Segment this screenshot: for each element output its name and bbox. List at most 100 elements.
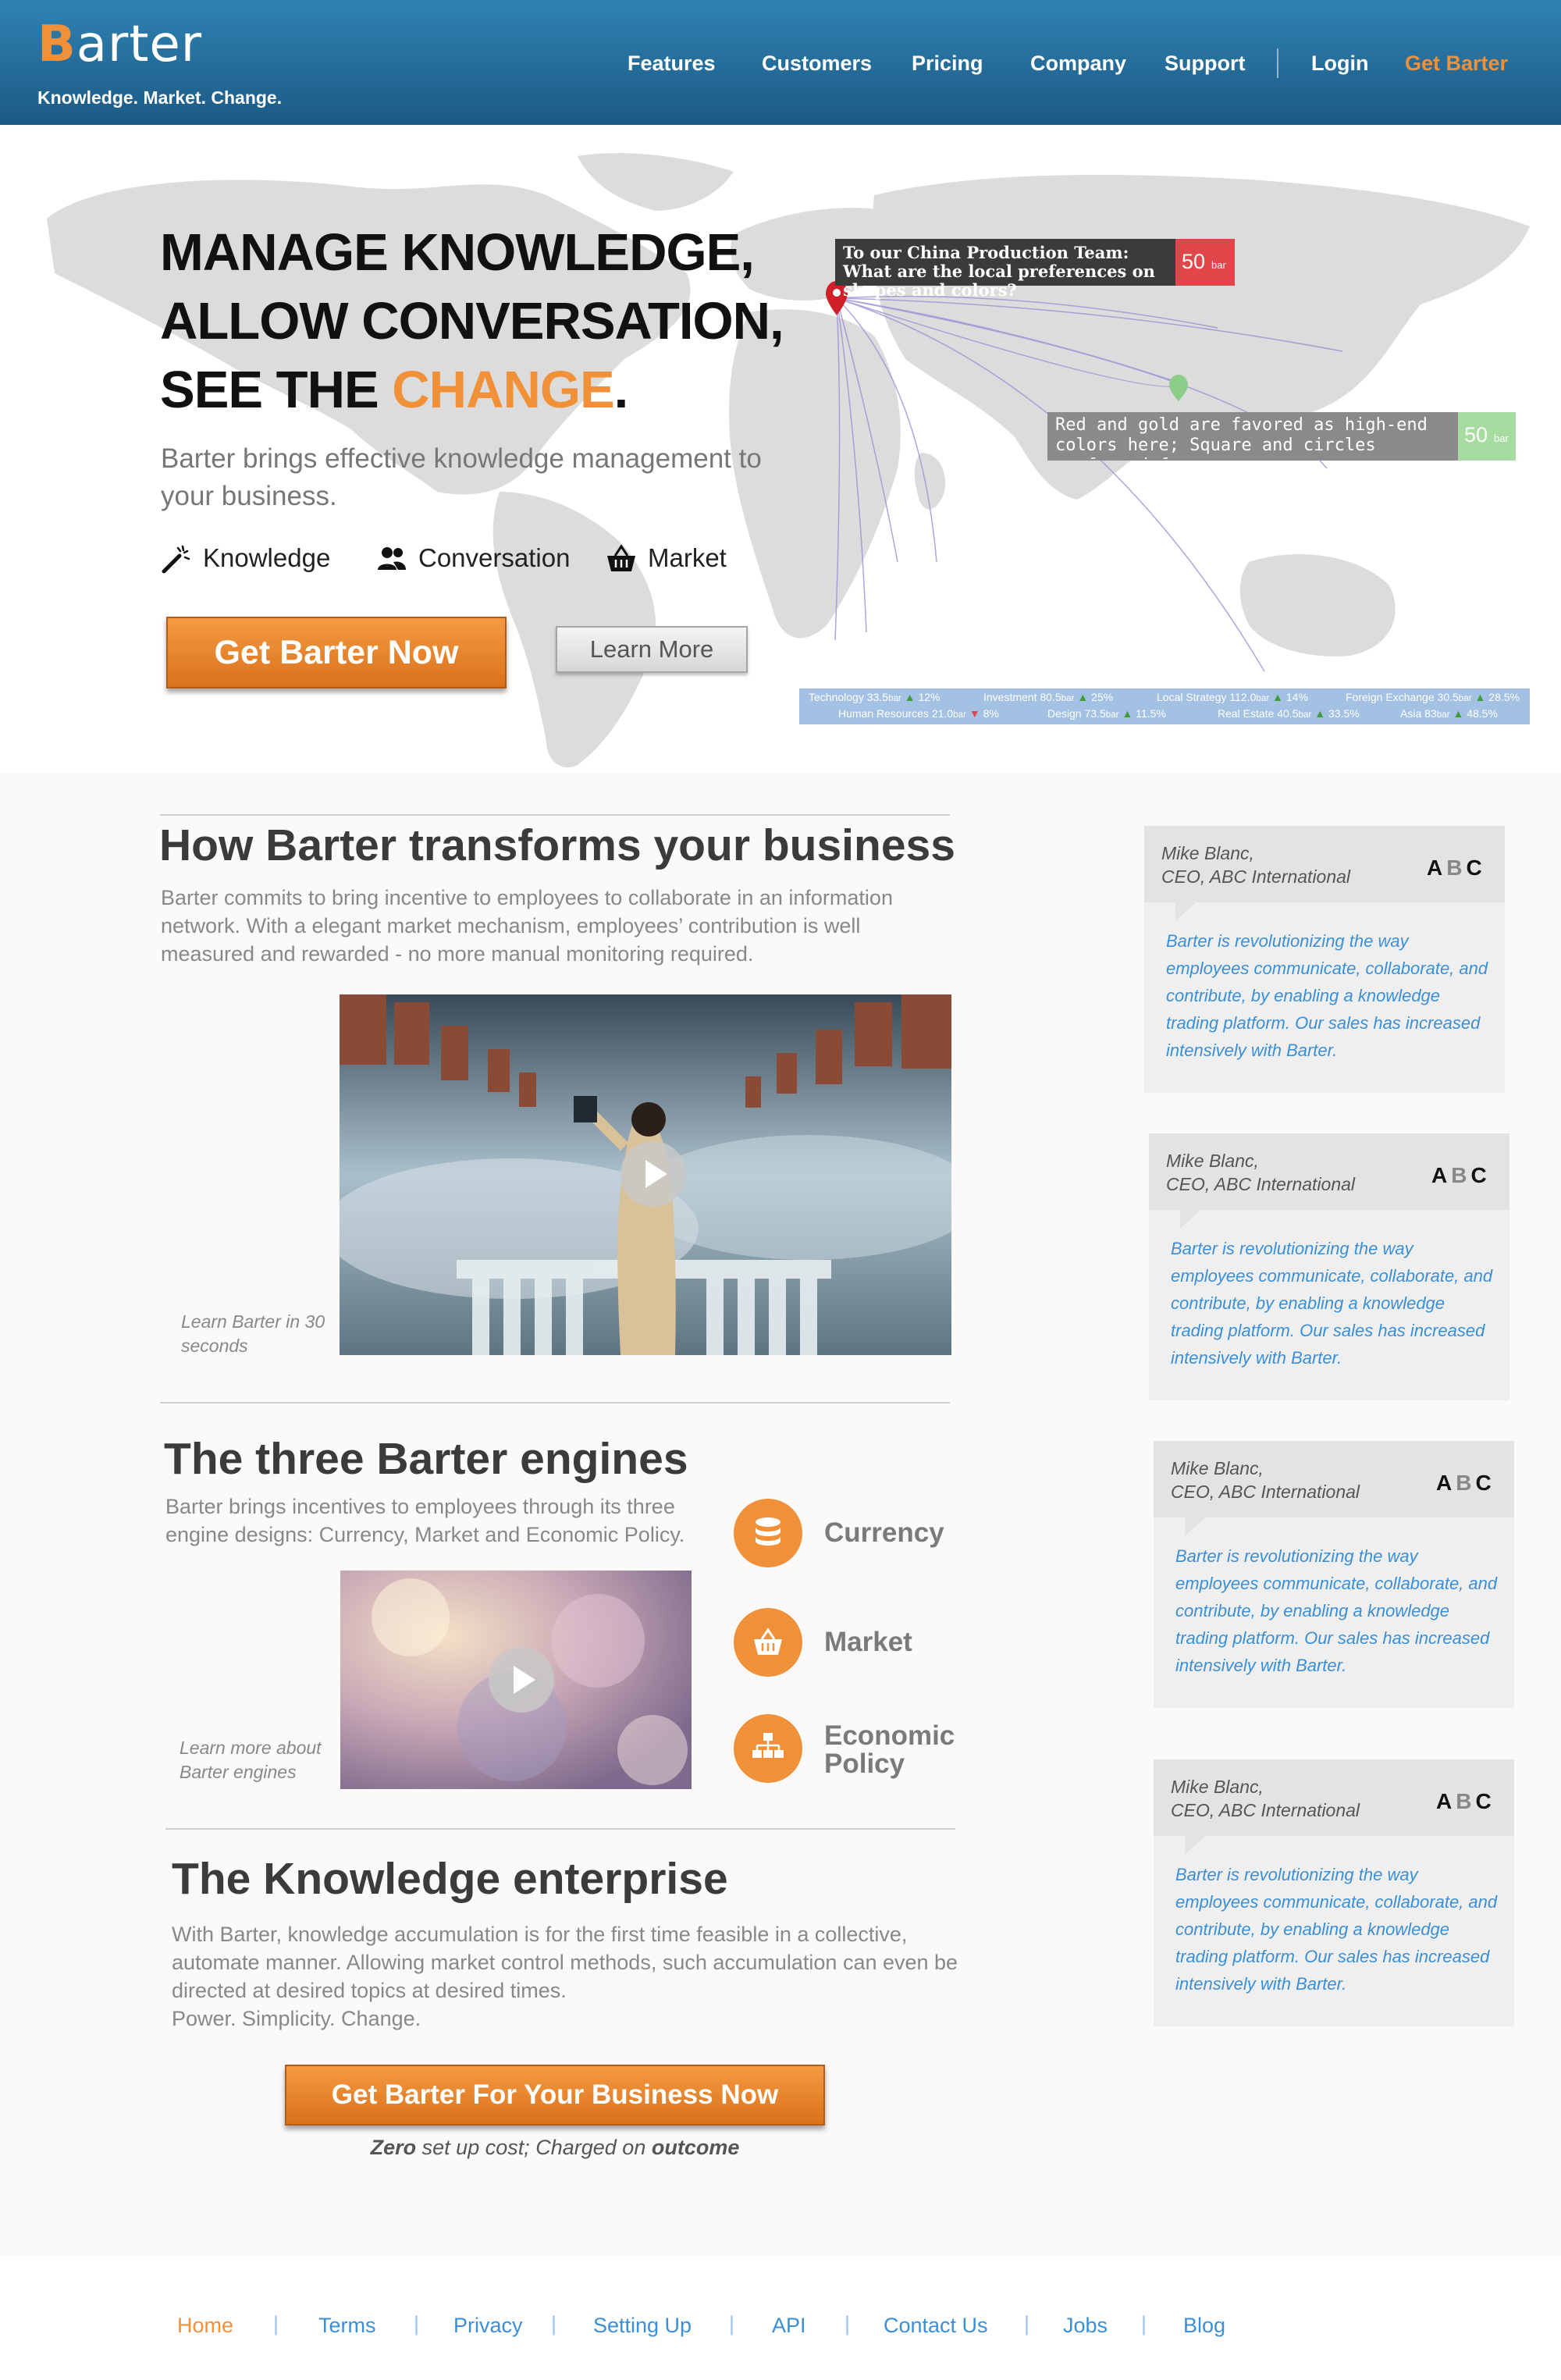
hero-title-line-1: MANAGE KNOWLEDGE,: [160, 223, 755, 282]
hero-title-line-3: SEE THE CHANGE.: [160, 361, 628, 419]
testimonial-card: Mike Blanc, CEO, ABC International ABC Ba…: [1149, 1133, 1509, 1400]
section-divider: [160, 814, 950, 816]
nav-support[interactable]: Support: [1165, 52, 1245, 76]
nav-customers[interactable]: Customers: [762, 52, 872, 76]
question-text: To our China Production Team: What are t…: [843, 243, 1155, 300]
hero-title-line-2: ALLOW CONVERSATION,: [160, 292, 784, 350]
ticker-item[interactable]: Human Resources 21.0bar ▼ 8%: [838, 707, 999, 720]
question-bubble[interactable]: To our China Production Team: What are t…: [835, 239, 1235, 300]
testimonial-author: Mike Blanc, CEO, ABC International: [1166, 1151, 1356, 1194]
get-barter-business-button[interactable]: Get Barter For Your Business Now: [285, 2065, 825, 2126]
ticker-item[interactable]: Investment 80.5bar ▲ 25%: [983, 691, 1113, 703]
section-divider: [160, 1402, 950, 1403]
nav-get-barter[interactable]: Get Barter: [1405, 52, 1508, 76]
ticker-item[interactable]: Local Strategy 112.0bar ▲ 14%: [1157, 691, 1308, 703]
basket-icon: [607, 544, 635, 571]
footer-link-contact-us[interactable]: Contact Us: [884, 2314, 988, 2338]
play-icon[interactable]: [489, 1647, 554, 1713]
learn-more-button[interactable]: Learn More: [556, 626, 748, 673]
footer-separator: |: [414, 2312, 420, 2336]
testimonial-header: Mike Blanc, CEO, ABC International ABC: [1144, 826, 1505, 902]
testimonial-card: Mike Blanc, CEO, ABC International ABC Ba…: [1144, 826, 1505, 1093]
footer-separator: |: [273, 2312, 279, 2336]
market-ticker: Technology 33.5bar ▲ 12% Investment 80.5…: [799, 688, 1530, 724]
engines-body: Barter brings incentives to employees th…: [165, 1495, 685, 1546]
site-footer: Home | Terms | Privacy | Setting Up | AP…: [0, 2256, 1561, 2380]
basket-icon: [734, 1608, 802, 1677]
speech-notch: [1185, 1517, 1205, 1536]
logo-letter: B: [37, 16, 76, 73]
ticker-item[interactable]: Asia 83bar ▲ 48.5%: [1400, 707, 1498, 720]
ticker-item[interactable]: Design 73.5bar ▲ 11.5%: [1047, 707, 1166, 720]
intro-video-caption: Learn Barter in 30 seconds: [181, 1311, 325, 1356]
site-header: Barter Knowledge. Market. Change. Featur…: [0, 0, 1561, 125]
testimonial-author: Mike Blanc, CEO, ABC International: [1171, 1777, 1360, 1820]
nav-login[interactable]: Login: [1311, 52, 1368, 76]
engine-label: Market: [824, 1627, 912, 1657]
footer-separator: |: [551, 2312, 557, 2336]
testimonial-author: Mike Blanc, CEO, ABC International: [1171, 1458, 1360, 1502]
engine-label: Economic Policy: [824, 1720, 955, 1779]
footer-link-home[interactable]: Home: [177, 2314, 233, 2338]
hero-subtitle: Barter brings effective knowledge manage…: [161, 443, 762, 511]
answer-text: Red and gold are favored as high-end col…: [1055, 415, 1428, 459]
testimonial-header: Mike Blanc, CEO, ABC International ABC: [1149, 1133, 1509, 1210]
get-barter-now-button[interactable]: Get Barter Now: [166, 617, 507, 688]
ticker-item[interactable]: Real Estate 40.5bar ▲ 33.5%: [1218, 707, 1360, 720]
footer-link-terms[interactable]: Terms: [318, 2314, 376, 2338]
answer-value-badge: 50 bar: [1458, 412, 1516, 461]
footer-separator: |: [729, 2312, 735, 2336]
speech-notch: [1185, 1836, 1205, 1855]
engines-video[interactable]: [340, 1571, 692, 1789]
testimonial-card: Mike Blanc, CEO, ABC International ABC Ba…: [1154, 1759, 1514, 2026]
engine-label: Currency: [824, 1517, 944, 1548]
footer-link-blog[interactable]: Blog: [1183, 2314, 1225, 2338]
footer-link-jobs[interactable]: Jobs: [1063, 2314, 1108, 2338]
ticker-item[interactable]: Technology 33.5bar ▲ 12%: [809, 691, 941, 703]
testimonial-author: Mike Blanc, CEO, ABC International: [1161, 843, 1351, 887]
testimonial-card: Mike Blanc, CEO, ABC International ABC Ba…: [1154, 1441, 1514, 1708]
nav-pricing[interactable]: Pricing: [912, 52, 983, 76]
company-logo: ABC: [1427, 856, 1486, 880]
people-icon: [378, 547, 406, 570]
org-chart-icon: [734, 1714, 802, 1783]
footer-link-privacy[interactable]: Privacy: [453, 2314, 523, 2338]
enterprise-title: The Knowledge enterprise: [172, 1854, 728, 1904]
testimonial-header: Mike Blanc, CEO, ABC International ABC: [1154, 1759, 1514, 1836]
ticker-item[interactable]: Foreign Exchange 30.5bar ▲ 28.5%: [1346, 691, 1520, 703]
engines-title: The three Barter engines: [164, 1434, 688, 1484]
footer-separator: |: [1141, 2312, 1147, 2336]
company-logo: ABC: [1436, 1789, 1495, 1813]
hero-title-accent: CHANGE: [392, 361, 614, 419]
intro-video[interactable]: [340, 994, 951, 1355]
coin-stack-icon: [734, 1499, 802, 1567]
section-divider: [165, 1828, 955, 1830]
magic-wand-icon: [162, 545, 190, 574]
nav-divider: [1277, 48, 1278, 78]
hero-title: MANAGE KNOWLEDGE, ALLOW CONVERSATION, SE…: [160, 219, 784, 425]
testimonial-quote: Barter is revolutionizing the way employ…: [1171, 1239, 1493, 1368]
company-logo: ABC: [1431, 1163, 1491, 1187]
question-value-badge: 50 bar: [1175, 239, 1235, 286]
footer-link-setting-up[interactable]: Setting Up: [593, 2314, 692, 2338]
play-icon[interactable]: [620, 1141, 686, 1207]
footer-link-api[interactable]: API: [772, 2314, 806, 2338]
company-logo: ABC: [1436, 1471, 1495, 1495]
speech-notch: [1175, 902, 1196, 921]
transforms-title: How Barter transforms your business: [159, 820, 955, 870]
nav-company[interactable]: Company: [1030, 52, 1126, 76]
logo-rest: arter: [76, 16, 203, 73]
testimonial-quote: Barter is revolutionizing the way employ…: [1166, 931, 1488, 1060]
transforms-body: Barter commits to bring incentive to emp…: [161, 886, 893, 966]
enterprise-tagline: Power. Simplicity. Change.: [172, 2007, 421, 2030]
logo[interactable]: Barter Knowledge. Market. Change.: [37, 16, 287, 109]
footer-separator: |: [1024, 2312, 1030, 2336]
engines-video-caption: Learn more about Barter engines: [180, 1738, 322, 1782]
nav-features[interactable]: Features: [628, 52, 716, 76]
answer-bubble[interactable]: Red and gold are favored as high-end col…: [1047, 412, 1516, 461]
testimonial-quote: Barter is revolutionizing the way employ…: [1175, 1865, 1498, 1994]
speech-notch: [1180, 1210, 1200, 1229]
logo-tagline: Knowledge. Market. Change.: [37, 87, 283, 108]
logo-wordmark: Barter: [37, 16, 202, 73]
footer-separator: |: [845, 2312, 851, 2336]
